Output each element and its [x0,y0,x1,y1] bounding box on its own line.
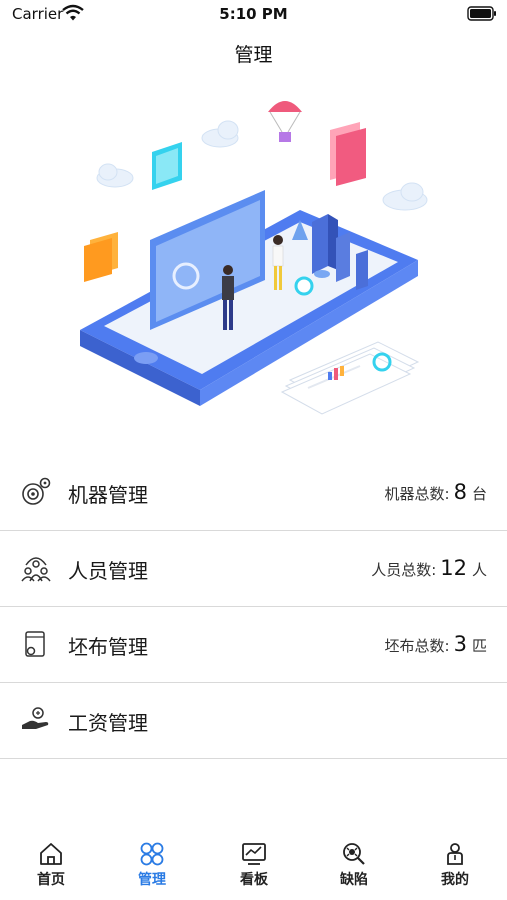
stat-unit: 台 [471,485,487,503]
stat-prefix: 坯布总数: [384,637,450,655]
stat-prefix: 人员总数: [371,561,437,579]
manage-grid-icon [140,842,164,866]
machine-gears-icon [22,477,51,505]
management-list: 机器管理 机器总数: 8 台 人员管理 人员总数: 12 人 坯布管理 坯布总数: 3 匹 … [0,455,507,759]
list-item-label: 工资管理 [68,711,148,735]
stat-unit: 人 [471,561,487,579]
fabric-roll-icon [25,631,45,657]
stat-unit: 匹 [471,637,487,655]
status-bar: Carrier 5:10 PM [0,0,507,30]
list-item-personnel[interactable]: 人员管理 人员总数: 12 人 [0,531,507,607]
status-time: 5:10 PM [219,5,288,23]
tab-home[interactable]: 首页 [21,842,81,889]
stat-value: 8 [453,480,467,504]
dashboard-monitor-icon [242,843,266,865]
list-item-label: 坯布管理 [68,635,148,659]
tab-label: 缺陷 [340,872,368,888]
stat-prefix: 机器总数: [384,485,450,503]
defect-search-icon [343,843,365,865]
list-item-fabric[interactable]: 坯布管理 坯布总数: 3 匹 [0,607,507,683]
page-title: 管理 [234,44,273,66]
tab-label: 首页 [37,872,65,888]
battery-icon [467,6,496,21]
list-item-label: 机器管理 [68,483,148,507]
salary-hand-icon [22,707,49,729]
stat-value: 3 [453,632,467,656]
tab-dashboard[interactable]: 看板 [224,842,284,889]
tab-label: 我的 [441,872,469,888]
list-item-machine[interactable]: 机器管理 机器总数: 8 台 [0,455,507,531]
personnel-count: 人员总数: 12 人 [371,556,487,580]
people-group-icon [21,557,51,582]
tab-label: 管理 [138,872,166,888]
list-item-salary[interactable]: 工资管理 [0,683,507,759]
tab-defects[interactable]: 缺陷 [324,842,384,889]
profile-icon [447,843,463,865]
list-item-label: 人员管理 [68,559,148,583]
tab-label: 看板 [240,872,268,888]
machine-count: 机器总数: 8 台 [385,480,487,504]
tab-manage[interactable]: 管理 [122,842,182,889]
hero-illustration [80,101,428,415]
tab-profile[interactable]: 我的 [425,842,485,889]
stat-value: 12 [440,556,467,580]
fabric-count: 坯布总数: 3 匹 [385,632,487,656]
home-icon [40,843,62,865]
bottom-tab-bar: 首页 管理 看板 缺陷 我的 [0,830,507,900]
